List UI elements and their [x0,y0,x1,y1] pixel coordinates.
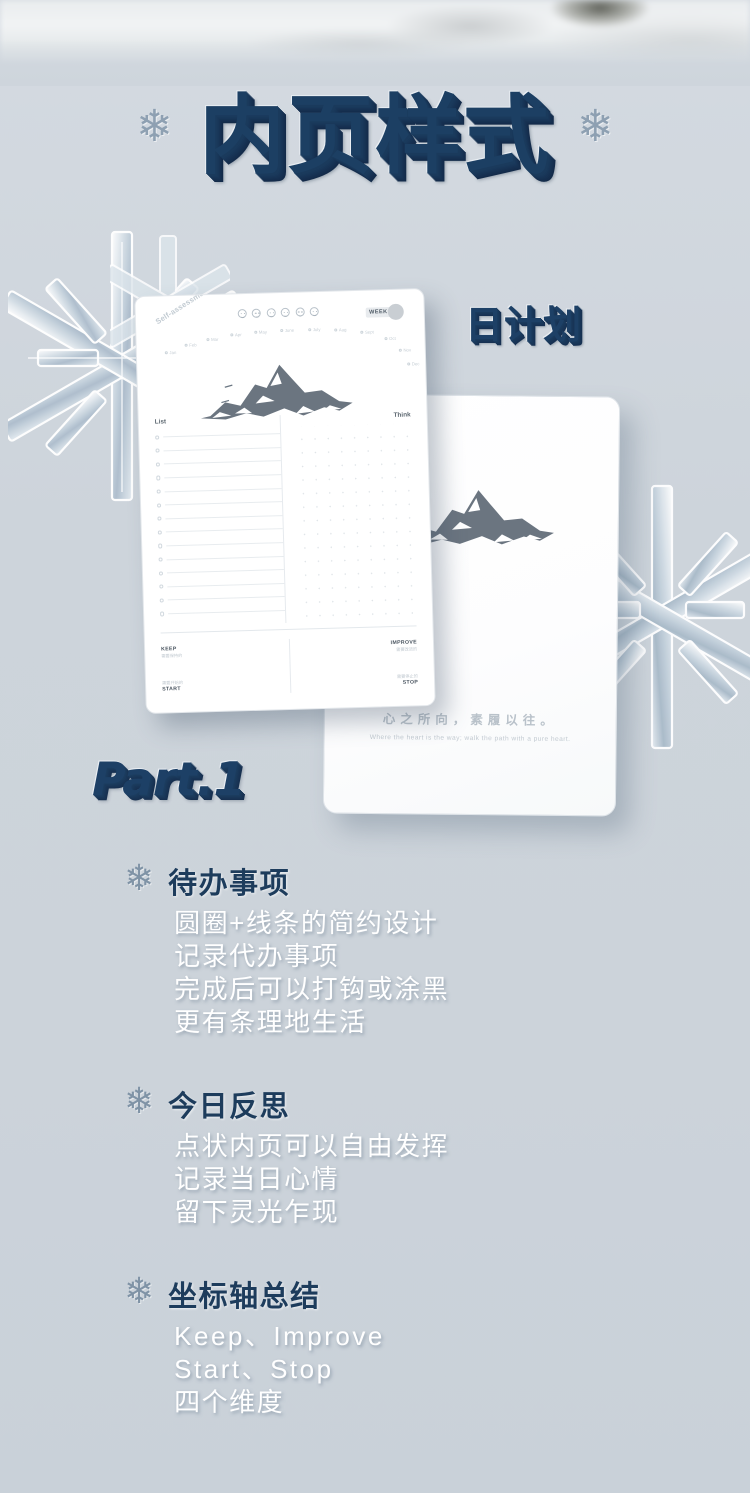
month-option-nov[interactable]: Nov [398,347,411,353]
quadrant-keep-start[interactable]: KEEP 需要保持的 需要开始的 START [161,639,290,697]
quadrant-improve-stop[interactable]: IMPROVE 需要改进的 需要停止的 STOP [288,635,419,693]
checkbox-circle-icon[interactable] [160,611,165,617]
month-option-oct[interactable]: Oct [384,336,396,341]
month-option-aug[interactable]: Aug [334,327,347,332]
list-column: List [155,415,286,626]
feature-item-todo: ❄ 待办事项 圆圈+线条的简约设计 记录代办事项 完成后可以打钩或涂黑 更有条理… [0,858,750,1039]
checkbox-circle-icon[interactable] [159,598,164,603]
snowflake-icon: ❄ [136,102,173,151]
feature-line: 点状内页可以自由发挥 [174,1131,450,1161]
checkbox-circle-icon[interactable] [159,584,164,589]
week-value-circle[interactable] [387,303,404,321]
feature-line: 留下灵光乍现 [174,1197,340,1227]
feature-list: ❄ 待办事项 圆圈+线条的简约设计 记录代办事项 完成后可以打钩或涂黑 更有条理… [0,858,750,1461]
section-divider [160,625,417,634]
quadrant-stop: 需要停止的 STOP [301,672,418,688]
notebook-page-planner[interactable]: Self-assessment Jan Feb Mar Apr May June… [134,288,436,714]
quote-english: Where the heart is the way; walk the pat… [369,733,571,744]
checkbox-circle-icon[interactable] [157,516,162,522]
daily-plan-label: 日计划 [465,303,583,347]
planner-columns: List Think [155,411,417,626]
face-happy-icon[interactable] [237,308,247,319]
quote-chinese: 心之所向，素履以往。 [382,712,558,728]
face-smile-icon[interactable] [252,308,262,318]
face-grin-icon[interactable] [280,307,291,318]
checkbox-circle-icon[interactable] [158,557,163,562]
month-option-apr[interactable]: Apr [230,332,242,337]
feature-line: 完成后可以打钩或涂黑 [174,974,450,1004]
checkbox-circle-icon[interactable] [155,448,160,454]
feature-line: 记录代办事项 [174,941,340,971]
part-label: Part.1 [92,752,245,806]
snowflake-icon: ❄ [124,1080,155,1121]
page-title: 内页样式 [199,85,551,186]
checkbox-circle-icon[interactable] [155,462,161,467]
feature-title: 坐标轴总结 [168,1281,321,1313]
quadrant-start: 需要开始的 START [162,676,290,693]
month-option-may[interactable]: May [254,329,267,335]
feature-item-axis-summary: ❄ 坐标轴总结 Keep、Improve Start、Stop 四个维度 [0,1271,750,1419]
feature-line: 四个维度 [174,1387,285,1417]
checkbox-circle-icon[interactable] [156,489,161,494]
month-option-jan[interactable]: Jan [164,350,176,355]
feature-line: 圆圈+线条的简约设计 [174,908,439,938]
checkbox-circle-icon[interactable] [156,475,161,481]
month-option-mar[interactable]: Mar [206,337,219,342]
feature-title: 待办事项 [168,868,291,900]
quadrant-grid: KEEP 需要保持的 需要开始的 START IMPROVE 需要改进的 需要停… [161,635,419,697]
checkbox-circle-icon[interactable] [157,530,163,535]
face-dizzy-icon[interactable] [309,306,319,317]
snowflake-icon: ❄ [124,857,155,898]
checkbox-circle-icon[interactable] [158,543,163,549]
feature-line: 记录当日心情 [174,1164,340,1194]
quadrant-keep: KEEP 需要保持的 [161,643,289,660]
feature-line: Keep、Improve [174,1321,385,1351]
dot-grid-area[interactable] [293,423,417,623]
month-option-dec[interactable]: Dec [407,361,420,366]
checkbox-circle-icon[interactable] [157,503,162,508]
quote-block: 心之所向，素履以往。 Where the heart is the way; w… [325,707,616,743]
month-option-sept[interactable]: Sept [360,329,374,335]
snowflake-icon: ❄ [124,1270,155,1311]
feature-line: 更有条理地生活 [174,1007,367,1037]
face-sad-icon[interactable] [295,307,305,317]
list-item[interactable] [160,604,286,621]
month-option-june[interactable]: June [280,328,294,333]
week-field[interactable]: WEEK: [365,303,404,321]
feature-item-reflection: ❄ 今日反思 点状内页可以自由发挥 记录当日心情 留下灵光乍现 [0,1081,750,1229]
month-option-july[interactable]: July [308,327,321,332]
feature-line: Start、Stop [174,1354,334,1384]
checkbox-circle-icon[interactable] [158,571,164,576]
face-neutral-icon[interactable] [266,308,276,318]
list-column-header: List [154,418,167,426]
page-header: ❄ 内页样式 ❄ [0,62,750,192]
quadrant-improve: IMPROVE 需要改进的 [300,639,418,655]
feature-title: 今日反思 [168,1091,291,1123]
snowflake-icon: ❄ [577,102,614,151]
think-column: Think [280,411,417,624]
checkbox-circle-icon[interactable] [155,435,160,440]
month-option-feb[interactable]: Feb [184,342,197,348]
